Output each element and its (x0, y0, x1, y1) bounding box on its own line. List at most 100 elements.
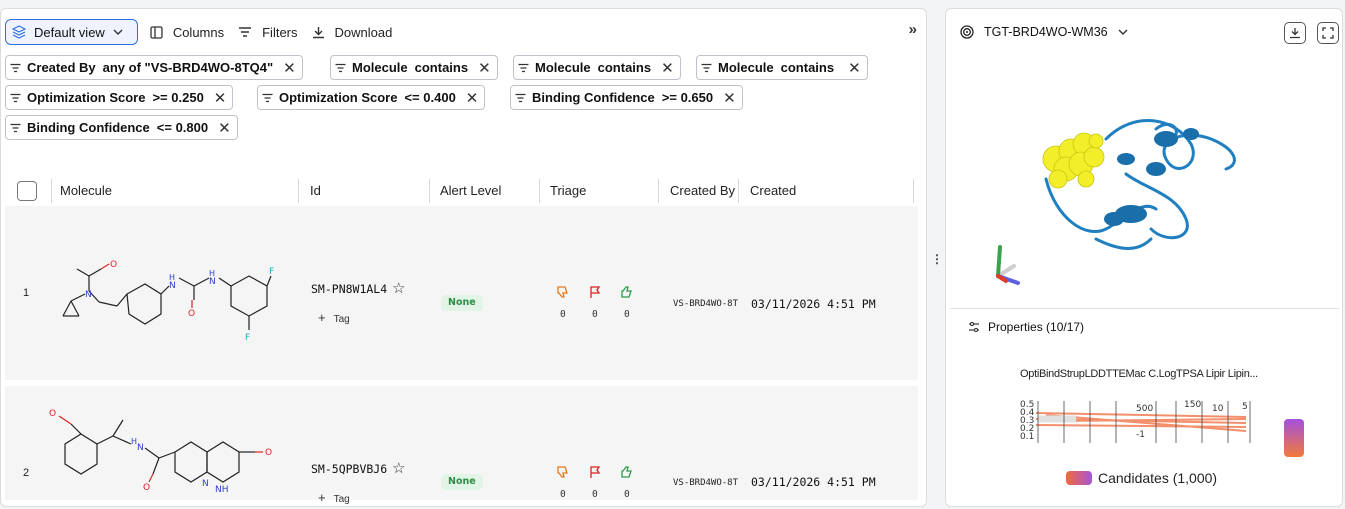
filter-chip-optimization-score[interactable]: Optimization Score >= 0.250 ✕ (5, 85, 234, 110)
protein-3d-viewer[interactable] (986, 69, 1306, 299)
molecule-structure-image: O N H N O H N F F (62, 260, 274, 343)
svg-text:N: N (137, 443, 144, 453)
toolbar: Default view Columns Filters Download (5, 19, 394, 45)
thumbs-up-icon[interactable] (620, 465, 634, 479)
flag-count: 0 (592, 489, 598, 500)
select-all-checkbox[interactable] (17, 181, 37, 201)
filter-chip-binding-confidence[interactable]: Binding Confidence >= 0.650 ✕ (510, 85, 743, 110)
thumbs-up-icon[interactable] (620, 285, 634, 299)
svg-text:O: O (143, 483, 150, 493)
filters-button[interactable]: Filters (236, 19, 299, 45)
star-icon[interactable]: ☆ (392, 279, 405, 297)
svg-text:O: O (110, 260, 117, 270)
column-divider[interactable] (298, 179, 299, 203)
filter-chip-molecule[interactable]: Molecule contains ✕ (330, 55, 498, 80)
thumbs-up-count: 0 (624, 489, 630, 500)
flag-icon[interactable] (588, 285, 602, 299)
column-divider[interactable] (658, 179, 659, 203)
filter-chip-binding-confidence[interactable]: Binding Confidence <= 0.800 ✕ (5, 115, 238, 140)
column-divider[interactable] (913, 179, 914, 203)
svg-text:O: O (188, 309, 195, 319)
filter-value: >= 0.650 (661, 90, 714, 105)
column-divider[interactable] (738, 179, 739, 203)
plus-icon: + (318, 310, 326, 325)
row-number: 2 (23, 467, 30, 479)
filter-chip-molecule[interactable]: Molecule contains ✕ (696, 55, 868, 80)
filter-icon (239, 27, 252, 37)
molecule-id[interactable]: SM-5QPBVBJ6 (311, 462, 387, 476)
filter-field: Molecule (352, 60, 408, 75)
filter-chip-molecule[interactable]: Molecule contains ✕ (513, 55, 681, 80)
add-tag-button[interactable]: + Tag (318, 310, 350, 325)
column-divider[interactable] (429, 179, 430, 203)
svg-text:150: 150 (1184, 400, 1201, 410)
close-icon[interactable]: ✕ (478, 59, 491, 77)
filter-value: contains (780, 60, 835, 75)
svg-text:500: 500 (1136, 404, 1153, 414)
svg-text:O: O (265, 448, 272, 458)
filter-icon (10, 123, 21, 132)
close-icon[interactable]: ✕ (283, 59, 296, 77)
close-icon[interactable]: ✕ (214, 89, 227, 107)
filter-chip-optimization-score[interactable]: Optimization Score <= 0.400 ✕ (257, 85, 486, 110)
filter-field: Optimization Score (27, 90, 146, 105)
download-label: Download (334, 24, 393, 40)
svg-text:5: 5 (1242, 402, 1248, 412)
properties-label: Properties (10/17) (988, 320, 1085, 334)
fullscreen-button[interactable] (1317, 22, 1339, 44)
table-row[interactable]: 1 O N H N O H N F F SM-PN8W1AL4 ☆ + Tag … (5, 206, 918, 380)
filter-value: contains (414, 60, 469, 75)
close-icon[interactable]: ✕ (218, 119, 231, 137)
filter-icon (518, 63, 529, 72)
filter-field: Binding Confidence (532, 90, 655, 105)
thumbs-down-icon[interactable] (556, 285, 570, 299)
close-icon[interactable]: ✕ (466, 89, 479, 107)
tag-label: Tag (333, 494, 350, 505)
svg-text:F: F (269, 267, 274, 277)
download-structure-button[interactable] (1284, 22, 1306, 44)
legend-label: Candidates (1,000) (1098, 470, 1218, 486)
parallel-coordinates-chart[interactable]: 0.50.40.30.20.1 500-1150 10 5 (1016, 397, 1256, 447)
panel-resize-handle[interactable]: ⋮ (931, 250, 943, 268)
close-icon[interactable]: ✕ (661, 59, 674, 77)
target-icon (960, 25, 974, 39)
target-selector[interactable]: TGT-BRD4WO-WM36 (960, 25, 1128, 39)
svg-text:O: O (49, 409, 56, 419)
chevron-down-icon (113, 29, 123, 35)
flag-icon[interactable] (588, 465, 602, 479)
section-divider (950, 308, 1340, 309)
filter-chip-created-by[interactable]: Created By any of "VS-BRD4WO-8TQ4" ✕ (5, 55, 303, 80)
close-icon[interactable]: ✕ (723, 89, 736, 107)
properties-toggle[interactable]: Properties (10/17) (968, 320, 1084, 334)
add-tag-button[interactable]: + Tag (318, 490, 350, 505)
legend-swatch (1066, 471, 1092, 485)
column-divider[interactable] (51, 179, 52, 203)
svg-text:10: 10 (1212, 404, 1224, 414)
columns-button[interactable]: Columns (148, 19, 226, 45)
table-row[interactable]: 2 O H N O N NH O SM-5QPBVBJ6 ☆ + Tag Non… (5, 386, 918, 505)
row-number: 1 (23, 287, 30, 299)
thumbs-down-icon[interactable] (556, 465, 570, 479)
sliders-icon (969, 321, 979, 333)
filter-icon (262, 93, 273, 102)
svg-text:N: N (169, 281, 176, 291)
download-button[interactable]: Download (310, 19, 395, 45)
filter-field: Molecule (718, 60, 774, 75)
column-divider[interactable] (539, 179, 540, 203)
molecule-id[interactable]: SM-PN8W1AL4 (311, 282, 387, 296)
filter-value: <= 0.800 (156, 120, 209, 135)
star-icon[interactable]: ☆ (392, 459, 405, 477)
molecule-structure-image: O H N O N NH O (49, 409, 272, 495)
svg-text:N: N (202, 479, 209, 489)
columns-icon (150, 25, 163, 39)
view-selector[interactable]: Default view (5, 19, 138, 45)
svg-text:-1: -1 (1136, 430, 1145, 440)
filter-field: Molecule (535, 60, 591, 75)
close-icon[interactable]: ✕ (848, 59, 861, 77)
flag-count: 0 (592, 309, 598, 320)
plus-icon: + (318, 490, 326, 505)
collapse-panel-button[interactable]: » (909, 21, 918, 38)
filter-icon (10, 93, 21, 102)
chart-legend[interactable]: Candidates (1,000) (1066, 470, 1217, 486)
parallel-coordinates-axis-labels: OptiBindStrupLDDTTEMac C.LogTPSA Lipir L… (1020, 368, 1258, 380)
